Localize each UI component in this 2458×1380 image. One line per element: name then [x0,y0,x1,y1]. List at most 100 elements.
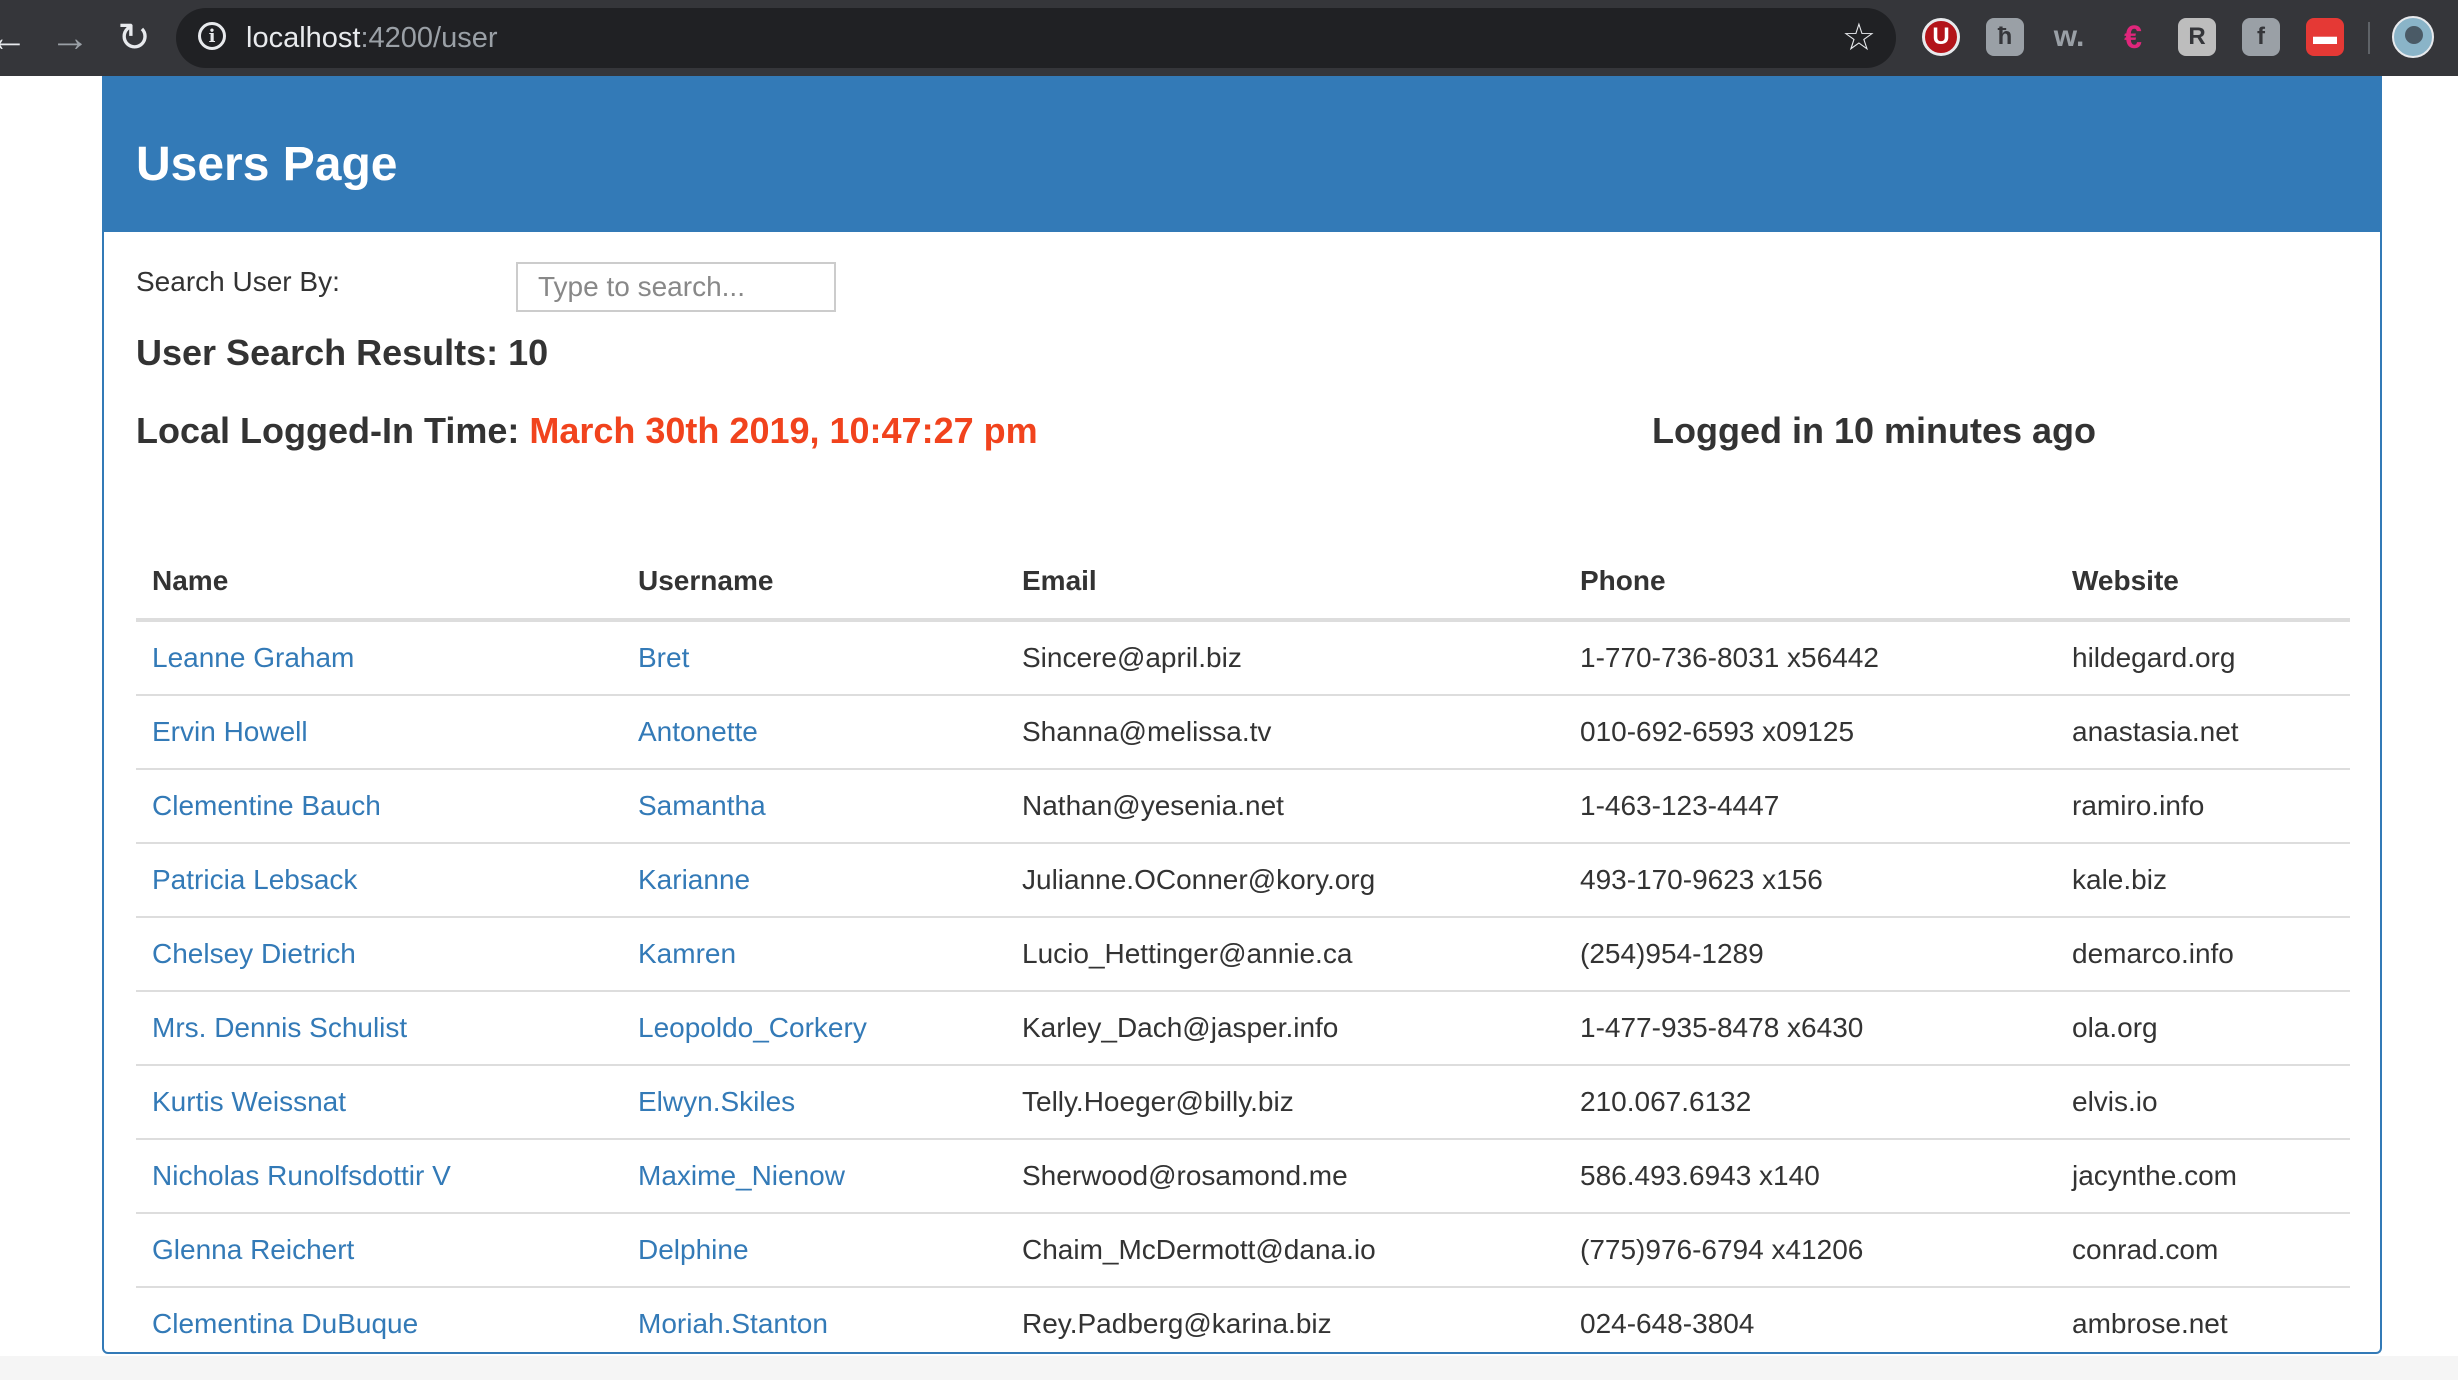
username-cell: Elwyn.Skiles [622,1065,1006,1140]
logged-in-ago: Logged in 10 minutes ago [1652,410,2097,451]
user-name-link[interactable]: Nicholas Runolfsdottir V [152,1160,451,1191]
website-cell: jacynthe.com [2072,1160,2237,1191]
email-cell: Julianne.OConner@kory.org [1006,843,1564,918]
phone-cell: 010-692-6593 x09125 [1564,695,2056,770]
username-link[interactable]: Kamren [638,938,736,969]
phone-cell: 1-463-123-4447 [1564,769,2056,844]
website-cell: kale.biz [2056,843,2350,918]
username-link[interactable]: Elwyn.Skiles [638,1086,795,1117]
website-cell: ola.org [2072,1012,2158,1043]
table-row: Chelsey Dietrich Kamren Lucio_Hettinger@an… [136,917,2350,992]
phone-cell: (775)976-6794 x41206 [1564,1213,2056,1288]
table-row: Patricia Lebsack Karianne Julianne.OConner… [136,843,2350,918]
user-name-link[interactable]: Glenna Reichert [152,1234,354,1265]
user-name-link[interactable]: Ervin Howell [152,716,308,747]
phone-cell: 493-170-9623 x156 [1564,843,2056,918]
website-cell: ramiro.info [2056,769,2350,844]
page-title: Users Page [136,138,398,191]
email-cell: Nathan@yesenia.net [1006,769,1564,844]
extension-r-icon[interactable]: R [2178,18,2216,56]
phone-cell: 1-477-935-8478 x6430 [1564,991,2056,1066]
username-cell: Samantha [622,769,1006,844]
table-row: Kurtis Weissnat Elwyn.Skiles Telly.Hoeger@… [136,1065,2350,1140]
username-link[interactable]: Karianne [638,864,750,895]
name-cell: Clementina DuBuque [136,1287,622,1360]
back-arrow-icon[interactable]: ← [0,14,32,62]
url-host: localhost [246,22,361,54]
phone-cell: 010-692-6593 x09125 [1580,716,1855,747]
phone-cell: 1-770-736-8031 x56442 [1564,620,2056,696]
email-cell: Nathan@yesenia.net [1022,790,1284,821]
website-cell: elvis.io [2072,1086,2158,1117]
user-name-link[interactable]: Clementine Bauch [152,790,381,821]
search-input[interactable] [516,262,836,312]
table-row: Nicholas Runolfsdottir V Maxime_Nienow She… [136,1139,2350,1214]
phone-cell: (775)976-6794 x41206 [1580,1234,1864,1265]
name-cell: Patricia Lebsack [136,843,622,918]
website-cell: anastasia.net [2056,695,2350,770]
phone-cell: 1-463-123-4447 [1580,790,1780,821]
table-header-row: Name Username Email Phone Website [136,544,2350,622]
site-info-icon[interactable]: i [198,22,226,50]
users-panel: Users Page Search User By: User Search R… [102,76,2382,1354]
website-cell: elvis.io [2056,1065,2350,1140]
address-url[interactable]: localhost:4200/user [246,8,498,68]
table-row: Glenna Reichert Delphine Chaim_McDermott@d… [136,1213,2350,1288]
header-email: Email [1006,544,1564,622]
reload-icon[interactable]: ↻ [110,14,158,62]
username-cell: Maxime_Nienow [622,1139,1006,1214]
user-name-link[interactable]: Clementina DuBuque [152,1308,418,1339]
username-link[interactable]: Bret [638,642,689,673]
username-link[interactable]: Samantha [638,790,766,821]
extension-toolbox-icon[interactable]: ▬ [2306,18,2344,56]
phone-cell: (254)954-1289 [1580,938,1764,969]
name-cell: Kurtis Weissnat [136,1065,622,1140]
email-cell: Shanna@melissa.tv [1022,716,1272,747]
logged-in-time: Local Logged-In Time: March 30th 2019, 1… [136,410,1038,452]
username-link[interactable]: Antonette [638,716,758,747]
name-cell: Leanne Graham [136,620,622,696]
name-cell: Clementine Bauch [136,769,622,844]
table-row: Clementina DuBuque Moriah.Stanton Rey.Padb… [136,1287,2350,1360]
email-cell: Lucio_Hettinger@annie.ca [1022,938,1353,969]
bookmark-star-icon[interactable]: ☆ [1842,8,1876,68]
username-cell: Bret [622,620,1006,696]
extension-f-icon[interactable]: f [2242,18,2280,56]
table-row: Clementine Bauch Samantha Nathan@yesenia.n… [136,769,2350,844]
phone-cell: 493-170-9623 x156 [1580,864,1823,895]
phone-cell: 586.493.6943 x140 [1580,1160,1820,1191]
website-cell: kale.biz [2072,864,2167,895]
extension-h-icon[interactable]: ħ [1986,18,2024,56]
profile-avatar[interactable] [2392,16,2434,58]
username-cell: Kamren [622,917,1006,992]
forward-arrow-icon[interactable]: → [46,14,94,62]
website-cell: hildegard.org [2072,642,2236,673]
phone-cell: 210.067.6132 [1564,1065,2056,1140]
email-cell: Rey.Padberg@karina.biz [1006,1287,1564,1360]
username-cell: Moriah.Stanton [622,1287,1006,1360]
extension-e-icon[interactable]: € [2114,18,2152,56]
username-link[interactable]: Delphine [638,1234,749,1265]
search-results-count: User Search Results: 10 [136,332,549,373]
username-cell: Leopoldo_Corkery [622,991,1006,1066]
phone-cell: 586.493.6943 x140 [1564,1139,2056,1214]
page-bottom-strip [0,1356,2458,1380]
email-cell: Telly.Hoeger@billy.biz [1022,1086,1294,1117]
username-cell: Delphine [622,1213,1006,1288]
extension-w-icon[interactable]: w. [2050,18,2088,56]
user-name-link[interactable]: Kurtis Weissnat [152,1086,346,1117]
user-name-link[interactable]: Chelsey Dietrich [152,938,356,969]
ublock-icon[interactable]: U [1922,18,1960,56]
email-cell: Sincere@april.biz [1022,642,1242,673]
website-cell: ambrose.net [2072,1308,2228,1339]
user-name-link[interactable]: Leanne Graham [152,642,354,673]
address-bar[interactable]: i localhost:4200/user ☆ [176,8,1896,68]
user-name-link[interactable]: Patricia Lebsack [152,864,357,895]
header-name: Name [136,544,622,622]
user-name-link[interactable]: Mrs. Dennis Schulist [152,1012,407,1043]
username-link[interactable]: Leopoldo_Corkery [638,1012,867,1043]
username-link[interactable]: Maxime_Nienow [638,1160,845,1191]
name-cell: Mrs. Dennis Schulist [136,991,622,1066]
website-cell: conrad.com [2056,1213,2350,1288]
username-link[interactable]: Moriah.Stanton [638,1308,828,1339]
